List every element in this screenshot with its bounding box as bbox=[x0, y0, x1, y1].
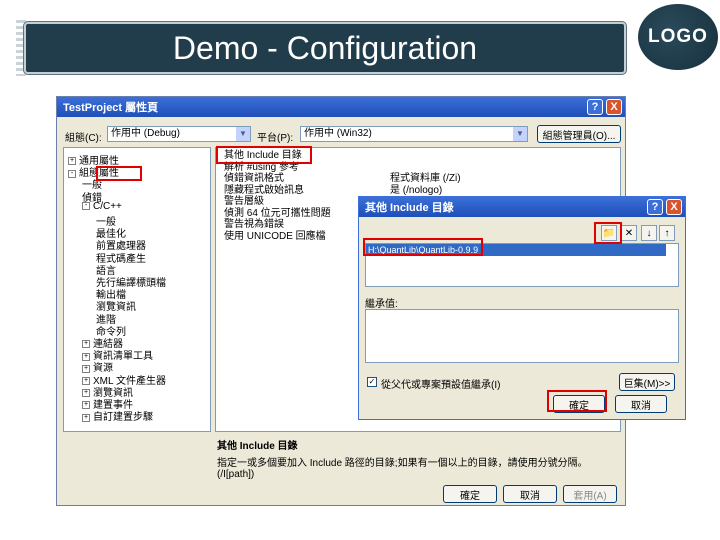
platform-value: 作用中 (Win32) bbox=[304, 128, 372, 139]
category-tree[interactable]: + 通用屬性 - 組態屬性 一般 偵錯 - C/C++ 一般 最佳化 前置處理器 程式碼產生 語言 先行編… bbox=[63, 147, 211, 432]
dialog-titlebar: 其他 Include 目錄 bbox=[359, 197, 685, 217]
inherit-checkbox-label: 從父代或專案預設值繼承(I) bbox=[381, 380, 501, 391]
highlight-dialog-ok bbox=[547, 390, 607, 412]
property-row[interactable]: 偵錯資訊格式 程式資料庫 (/Zi) bbox=[216, 173, 620, 184]
property-name: 偵測 64 位元可攜性問題 bbox=[224, 207, 331, 219]
chevron-down-icon: ▼ bbox=[513, 127, 527, 141]
close-button[interactable]: X bbox=[606, 99, 622, 115]
property-value: 程式資料庫 (/Zi) bbox=[390, 173, 461, 184]
dialog-title: 其他 Include 目錄 bbox=[365, 202, 454, 214]
property-name: 警告層級 bbox=[224, 196, 264, 207]
tree-item[interactable]: + 自訂建置步驟 bbox=[82, 408, 153, 423]
dialog-close-button[interactable]: X bbox=[666, 199, 682, 215]
ok-button[interactable]: 確定 bbox=[443, 485, 497, 503]
logo: LOGO bbox=[638, 4, 718, 70]
property-name: 警告視為錯誤 bbox=[224, 219, 284, 230]
collapse-icon[interactable]: - bbox=[68, 169, 76, 178]
chevron-down-icon: ▼ bbox=[236, 127, 250, 141]
slide-title-box: Demo - Configuration bbox=[24, 22, 626, 74]
include-directories-dialog: 其他 Include 目錄 ? X 📁 ✕ ↓ ↑ H:\QuantLib\Qu… bbox=[358, 196, 686, 420]
tree-item-label: 自訂建置步驟 bbox=[93, 412, 153, 424]
inherit-checkbox[interactable]: ✓ bbox=[367, 377, 377, 387]
highlight-path bbox=[363, 238, 483, 256]
collapse-icon[interactable]: - bbox=[82, 202, 90, 211]
dialog-help-button[interactable]: ? bbox=[647, 199, 663, 215]
property-name: 隱藏程式啟始訊息 bbox=[224, 184, 304, 196]
window-titlebar: TestProject 屬性頁 bbox=[57, 97, 625, 117]
property-name: 偵錯資訊格式 bbox=[224, 173, 284, 184]
move-down-icon[interactable]: ↓ bbox=[641, 225, 657, 241]
move-up-icon[interactable]: ↑ bbox=[659, 225, 675, 241]
inherited-list[interactable] bbox=[365, 309, 679, 363]
cancel-button[interactable]: 取消 bbox=[503, 485, 557, 503]
property-row[interactable]: 隱藏程式啟始訊息 是 (/nologo) bbox=[216, 184, 620, 196]
highlight-include-property bbox=[216, 146, 312, 164]
desc-text: 指定一或多個要加入 Include 路徑的目錄;如果有一個以上的目錄，請使用分號… bbox=[217, 458, 588, 480]
macros-button[interactable]: 巨集(M)>> bbox=[619, 373, 675, 391]
window-title: TestProject 屬性頁 bbox=[63, 102, 159, 114]
desc-title: 其他 Include 目錄 bbox=[217, 441, 298, 452]
config-select[interactable]: 作用中 (Debug) ▼ bbox=[107, 126, 251, 142]
expand-icon[interactable]: + bbox=[82, 413, 90, 422]
dialog-cancel-button[interactable]: 取消 bbox=[615, 395, 667, 413]
config-value: 作用中 (Debug) bbox=[111, 128, 180, 139]
inherited-label: 繼承值: bbox=[365, 299, 398, 310]
config-label: 組態(C): bbox=[65, 133, 102, 144]
tree-item[interactable]: - C/C++ bbox=[82, 201, 122, 212]
platform-select[interactable]: 作用中 (Win32) ▼ bbox=[300, 126, 528, 142]
help-button[interactable]: ? bbox=[587, 99, 603, 115]
highlight-tree-general bbox=[96, 166, 142, 181]
tree-item-label: C/C++ bbox=[93, 200, 122, 212]
highlight-new-folder bbox=[594, 222, 622, 244]
apply-button[interactable]: 套用(A) bbox=[563, 485, 617, 503]
logo-text: LOGO bbox=[648, 26, 708, 47]
description-panel: 其他 Include 目錄 指定一或多個要加入 Include 路徑的目錄;如果… bbox=[215, 435, 621, 480]
platform-label: 平台(P): bbox=[257, 133, 294, 144]
property-name: 使用 UNICODE 回應檔 bbox=[224, 230, 326, 242]
property-value: 是 (/nologo) bbox=[390, 184, 443, 196]
delete-icon[interactable]: ✕ bbox=[621, 225, 637, 241]
config-manager-button[interactable]: 組態管理員(O)... bbox=[537, 125, 621, 143]
slide-title: Demo - Configuration bbox=[172, 29, 478, 66]
